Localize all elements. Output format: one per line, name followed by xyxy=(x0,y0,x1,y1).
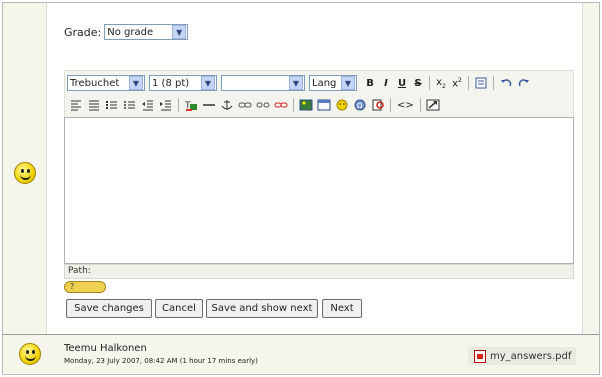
clean-word-icon[interactable] xyxy=(474,77,488,89)
redo-icon[interactable] xyxy=(517,77,531,89)
path-label: Path: xyxy=(68,266,91,276)
submitter-name[interactable]: Teemu Halkonen xyxy=(64,343,147,354)
toolbar-divider xyxy=(293,98,294,112)
align-left-icon[interactable] xyxy=(69,99,83,111)
chevron-down-icon: ▼ xyxy=(129,76,143,90)
next-button[interactable]: Next xyxy=(322,299,362,318)
size-select-value: 1 (8 pt) xyxy=(152,77,190,89)
help-icon[interactable]: ? xyxy=(64,281,106,293)
cancel-button[interactable]: Cancel xyxy=(155,299,203,318)
grade-select[interactable]: No grade ▼ xyxy=(104,24,189,40)
subscript-button[interactable]: x2 xyxy=(436,77,446,90)
strikethrough-button[interactable]: S xyxy=(413,78,423,89)
save-and-show-next-button[interactable]: Save and show next xyxy=(206,299,318,318)
grade-row: Grade: No grade ▼ xyxy=(64,24,189,40)
fullscreen-icon[interactable] xyxy=(426,99,440,111)
submission-date: Monday, 23 July 2007, 08:42 AM (1 hour 1… xyxy=(64,357,258,365)
chevron-down-icon: ▼ xyxy=(289,76,303,90)
font-select-value: Trebuchet xyxy=(70,77,120,89)
editor-path-bar: Path: xyxy=(64,264,574,279)
bold-button[interactable]: B xyxy=(365,78,375,89)
svg-text:Ω: Ω xyxy=(357,102,363,110)
toolbar-divider xyxy=(178,98,179,112)
superscript-button[interactable]: x2 xyxy=(452,77,462,89)
smiley-icon[interactable] xyxy=(335,99,349,111)
insert-image-icon[interactable] xyxy=(299,99,313,111)
grade-label: Grade: xyxy=(64,25,102,39)
lang-select[interactable]: Lang ▼ xyxy=(309,75,357,91)
search-replace-icon[interactable] xyxy=(371,99,385,111)
toolbar-divider xyxy=(468,76,469,90)
unlink-icon[interactable] xyxy=(256,99,270,111)
right-column xyxy=(582,3,599,334)
submitter-avatar-icon xyxy=(19,343,41,365)
ordered-list-icon[interactable] xyxy=(105,99,119,111)
submitted-file-name: my_answers.pdf xyxy=(490,350,572,362)
help-badge-label: ? xyxy=(70,282,75,291)
underline-button[interactable]: U xyxy=(397,78,407,89)
lang-select-value: Lang xyxy=(312,77,337,89)
horizontal-rule-icon[interactable] xyxy=(202,99,216,111)
chevron-down-icon: ▼ xyxy=(341,76,355,90)
anchor-icon[interactable] xyxy=(220,99,234,111)
save-changes-button[interactable]: Save changes xyxy=(66,299,152,318)
size-select[interactable]: 1 (8 pt) ▼ xyxy=(149,75,217,91)
outdent-icon[interactable] xyxy=(141,99,155,111)
nolink-icon[interactable] xyxy=(274,99,288,111)
unordered-list-icon[interactable] xyxy=(123,99,137,111)
chevron-down-icon: ▼ xyxy=(201,76,215,90)
toolbar-divider xyxy=(419,98,421,112)
user-avatar-icon xyxy=(14,162,36,184)
font-select[interactable]: Trebuchet ▼ xyxy=(67,75,145,91)
toolbar-divider xyxy=(429,76,430,90)
html-source-button[interactable]: <> xyxy=(397,100,414,111)
align-justify-icon[interactable] xyxy=(87,99,101,111)
italic-button[interactable]: I xyxy=(381,78,391,89)
text-color-icon[interactable]: T xyxy=(184,99,198,111)
chevron-down-icon: ▼ xyxy=(172,25,187,39)
grade-select-value: No grade xyxy=(107,26,154,38)
undo-icon[interactable] xyxy=(499,77,513,89)
insert-table-icon[interactable] xyxy=(317,99,331,111)
submitted-file-link[interactable]: my_answers.pdf xyxy=(468,347,576,365)
toolbar-divider xyxy=(390,98,391,112)
toolbar-divider xyxy=(493,76,494,90)
link-icon[interactable] xyxy=(238,99,252,111)
comment-editor[interactable] xyxy=(64,117,574,264)
pdf-icon xyxy=(474,349,486,363)
editor-toolbar: Trebuchet ▼ 1 (8 pt) ▼ ▼ Lang ▼ B I U S … xyxy=(64,70,574,118)
indent-icon[interactable] xyxy=(159,99,173,111)
style-select[interactable]: ▼ xyxy=(221,75,305,91)
special-chars-icon[interactable]: Ω xyxy=(353,99,367,111)
